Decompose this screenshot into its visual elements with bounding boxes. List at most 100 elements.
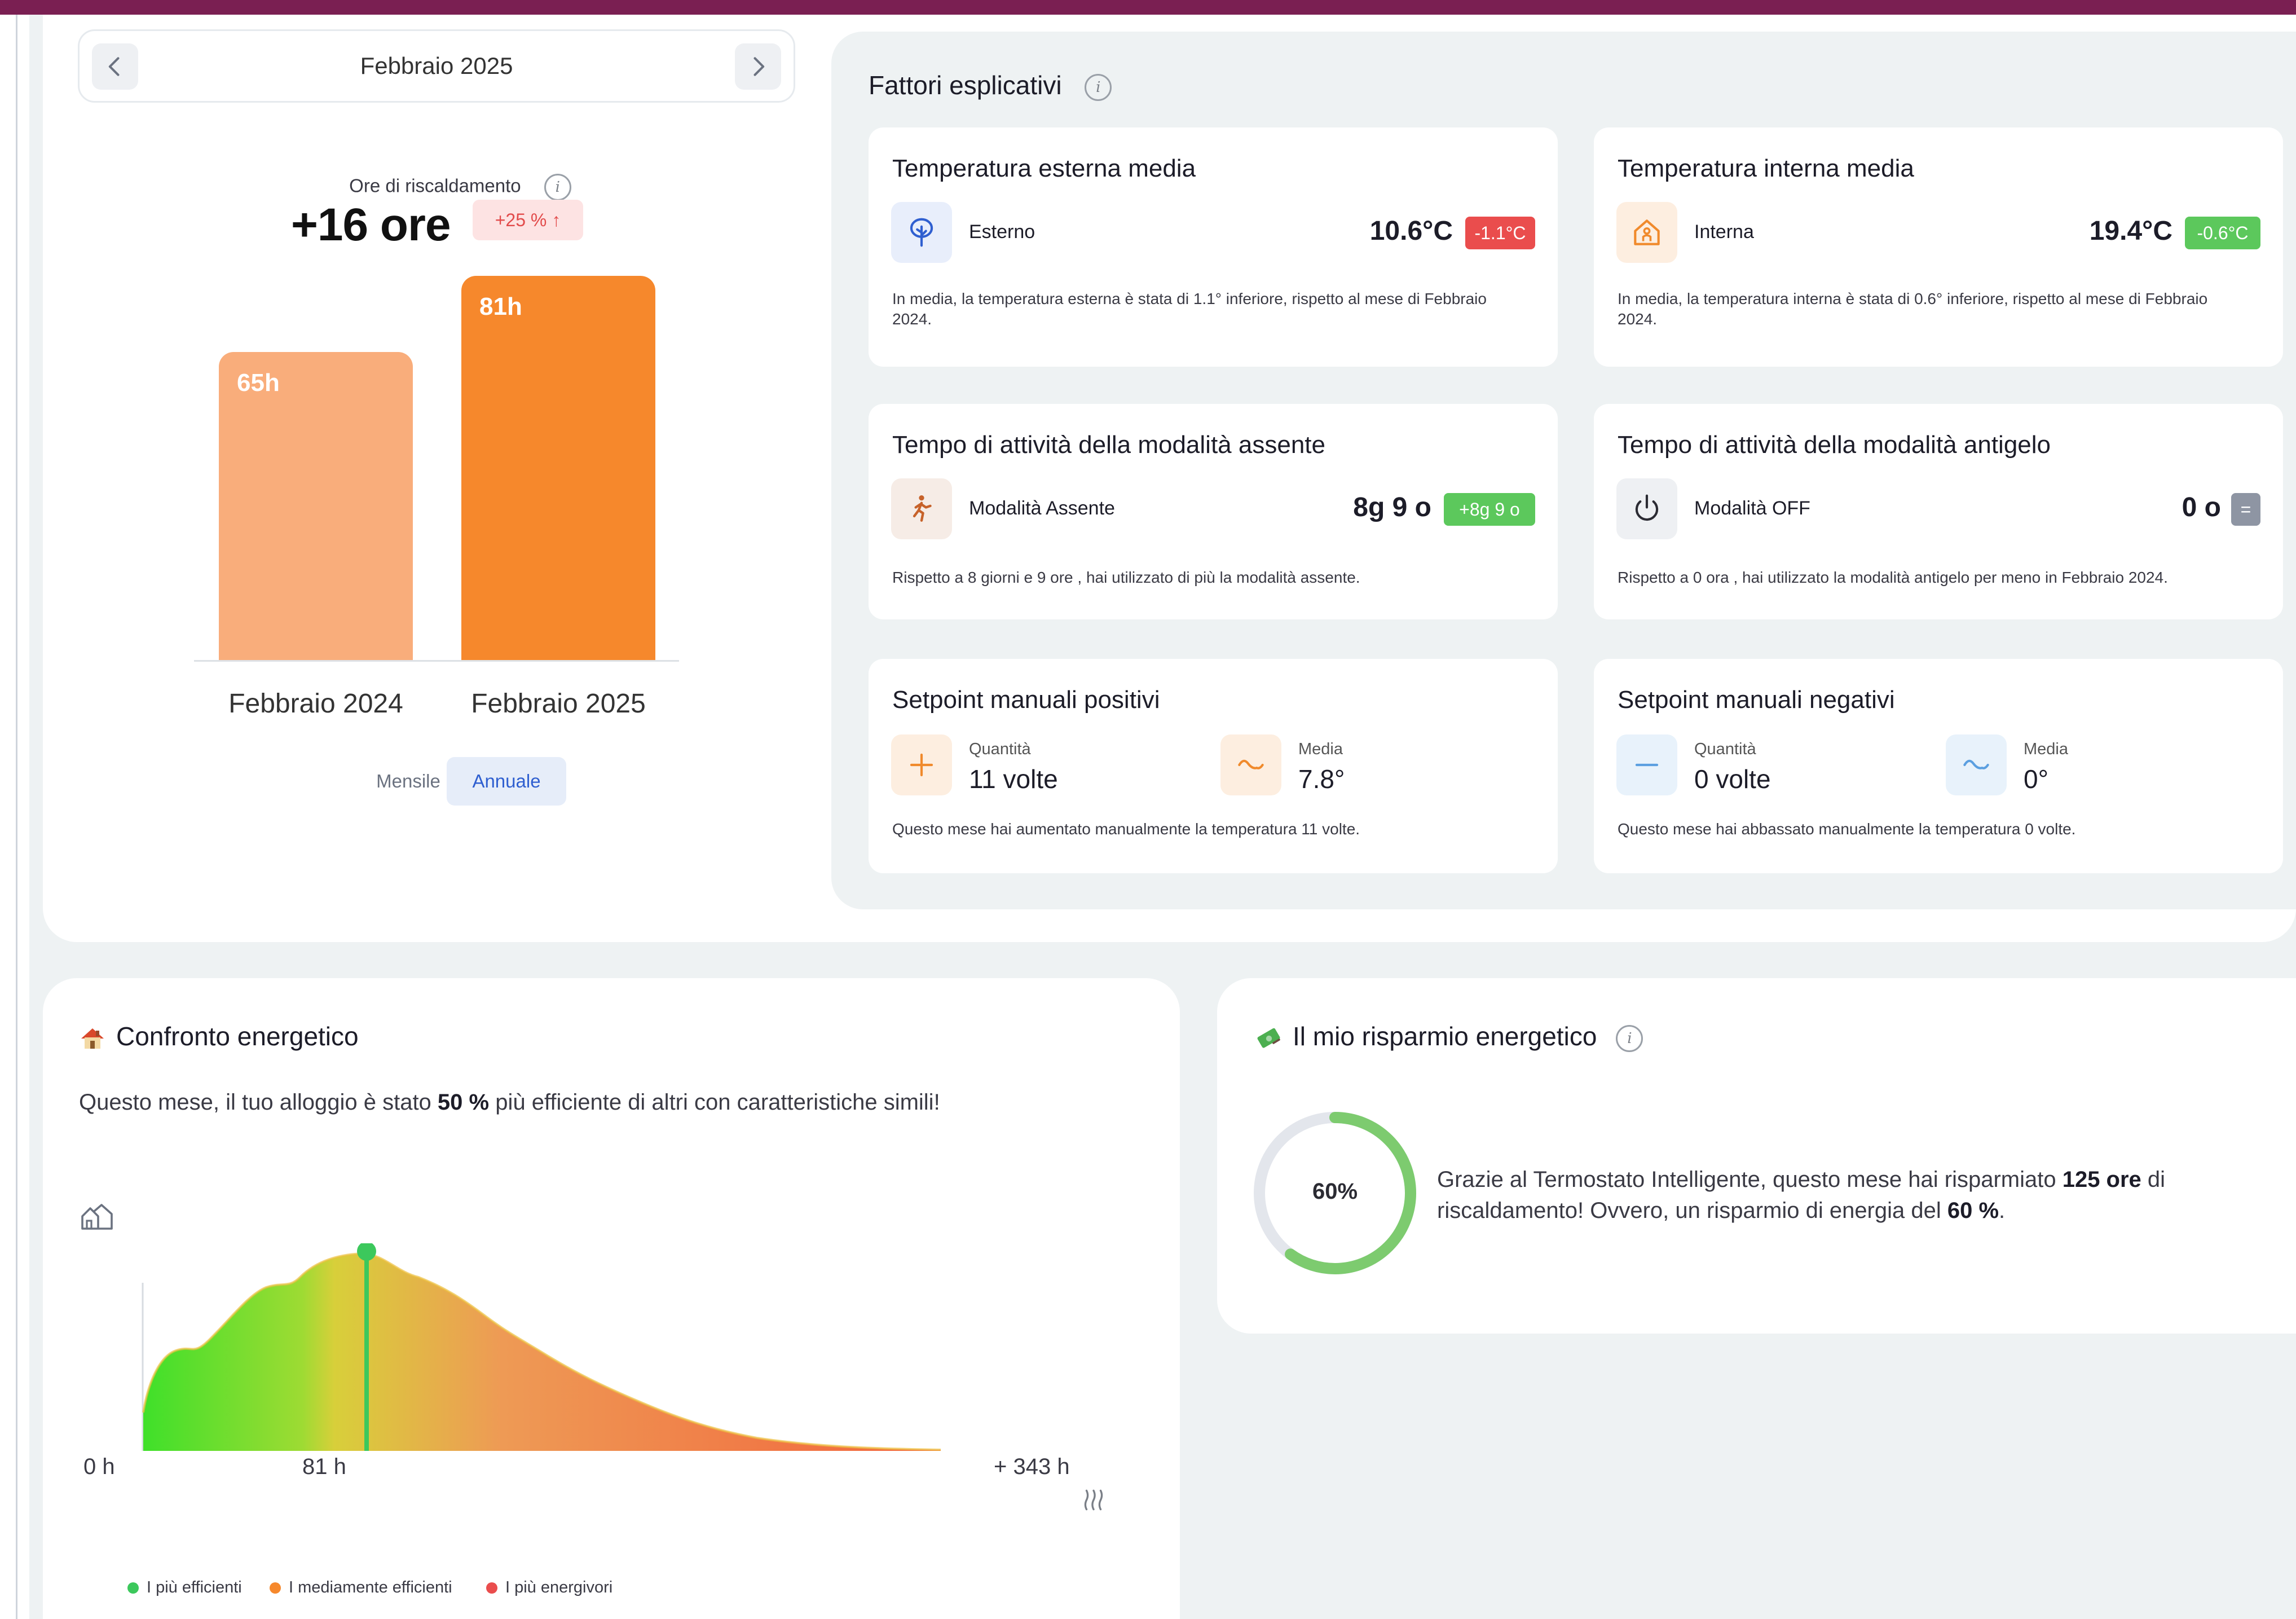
energy-comparison-title-text: Confronto energetico	[116, 1022, 359, 1051]
average-caption: Media	[1298, 740, 1343, 758]
heating-hours-value: +16 ore	[291, 199, 451, 250]
card-description: Rispetto a 8 giorni e 9 ore , hai utiliz…	[892, 569, 1360, 586]
explanatory-factors-title-text: Fattori esplicativi	[869, 71, 1062, 100]
card-description: Questo mese hai aumentato manualmente la…	[892, 820, 1360, 838]
outdoor-temperature-card: Temperatura esterna media Esterno 10.6°C…	[869, 127, 1558, 367]
card-title: Temperatura esterna media	[892, 155, 1196, 182]
average-value: 0°	[2024, 764, 2048, 794]
message-part: più efficiente di altri con caratteristi…	[489, 1090, 940, 1115]
annual-toggle[interactable]: Annuale	[447, 757, 566, 806]
card-value: 10.6°C	[1369, 216, 1453, 246]
saved-hours: 125 ore	[2062, 1167, 2141, 1192]
average-caption: Media	[2024, 740, 2068, 758]
monthly-summary-card: Febbraio 2025 Ore di riscaldamento i +16…	[43, 15, 2296, 942]
message-part: Grazie al Termostato Intelligente, quest…	[1437, 1167, 2063, 1192]
current-month: Febbraio 2025	[360, 52, 513, 79]
axis-max-label: + 343 h	[994, 1454, 1070, 1479]
heat-waves-icon	[1084, 1489, 1103, 1511]
heating-bar-1: 65h	[219, 352, 413, 660]
quantity-value: 11 volte	[969, 764, 1058, 794]
bar-category-label: Febbraio 2024	[228, 689, 403, 719]
frost-mode-card: Tempo di attività della modalità antigel…	[1594, 404, 2283, 619]
next-month-button[interactable]	[735, 43, 781, 90]
legend-label: I mediamente efficienti	[289, 1578, 452, 1596]
explanatory-factors-title: Fattori esplicativi i	[869, 70, 1112, 101]
house-group-icon	[81, 1204, 113, 1230]
card-label: Interna	[1694, 221, 1754, 243]
card-change-badge: -0.6°C	[2185, 217, 2260, 249]
legend-dot	[127, 1582, 139, 1594]
card-value: 8g 9 o	[1353, 492, 1431, 522]
card-label: Modalità OFF	[1694, 498, 1810, 519]
negative-setpoints-card: Setpoint manuali negativi Quantità 0 vol…	[1594, 659, 2283, 873]
quantity-caption: Quantità	[969, 740, 1031, 758]
axis-min-label: 0 h	[83, 1454, 115, 1479]
card-change-badge: +8g 9 o	[1444, 493, 1535, 526]
card-change-badge: -1.1°C	[1465, 217, 1535, 249]
saved-energy-percent: 60 %	[1947, 1198, 1999, 1223]
efficiency-percent: 50 %	[437, 1090, 490, 1115]
card-label: Esterno	[969, 221, 1035, 243]
card-value: 0 o	[2182, 492, 2221, 522]
info-icon[interactable]: i	[1616, 1024, 1643, 1052]
bar-category-label: Febbraio 2025	[471, 689, 646, 719]
power-icon	[1616, 478, 1677, 539]
energy-comparison-title: Confronto energetico	[79, 1021, 359, 1052]
card-change-badge: =	[2231, 493, 2260, 526]
card-title: Setpoint manuali positivi	[892, 686, 1160, 714]
heating-hours-change-badge: +25 % ↑	[473, 200, 583, 240]
top-bar	[0, 0, 2296, 15]
legend-label: I più efficienti	[147, 1578, 242, 1596]
heating-hours-caption: Ore di riscaldamento i	[43, 174, 878, 201]
wave-icon	[1220, 734, 1281, 795]
info-icon[interactable]: i	[544, 174, 571, 201]
info-icon[interactable]: i	[1085, 73, 1112, 101]
left-divider	[16, 15, 17, 1619]
tree-icon	[891, 202, 952, 263]
away-mode-card: Tempo di attività della modalità assente…	[869, 404, 1558, 619]
card-value: 19.4°C	[2089, 216, 2172, 246]
quantity-value: 0 volte	[1694, 764, 1771, 794]
bar-value-label: 81h	[479, 293, 522, 320]
walking-person-icon	[891, 478, 952, 539]
indoor-temperature-card: Temperatura interna media Interna 19.4°C…	[1594, 127, 2283, 367]
house-person-icon	[1616, 202, 1677, 263]
card-description: Rispetto a 0 ora , hai utilizzato la mod…	[1618, 569, 2168, 586]
average-value: 7.8°	[1298, 764, 1345, 794]
card-title: Temperatura interna media	[1618, 155, 1914, 182]
message-part: Questo mese, il tuo alloggio è stato	[79, 1090, 438, 1115]
chevron-right-icon	[753, 57, 765, 76]
card-title: Tempo di attività della modalità antigel…	[1618, 431, 2051, 459]
card-title: Tempo di attività della modalità assente	[892, 431, 1325, 459]
wave-icon	[1946, 734, 2007, 795]
positive-setpoints-card: Setpoint manuali positivi Quantità 11 vo…	[869, 659, 1558, 873]
legend-dot	[270, 1582, 281, 1594]
legend-label: I più energivori	[505, 1578, 613, 1596]
plus-icon	[891, 734, 952, 795]
savings-percent-label: 60%	[1312, 1179, 1358, 1204]
heating-hours-caption-text: Ore di riscaldamento	[349, 175, 521, 196]
bar-value-label: 65h	[237, 369, 280, 397]
energy-savings-card: Il mio risparmio energetico i 60% Grazie …	[1217, 978, 2296, 1334]
money-icon	[1257, 1028, 1280, 1048]
minus-icon	[1616, 734, 1677, 795]
card-description: In media, la temperatura esterna è stata…	[892, 290, 1487, 328]
heating-bar-2: 81h	[461, 276, 655, 660]
legend-most-efficient: I più efficienti	[127, 1578, 242, 1597]
energy-savings-title-text: Il mio risparmio energetico	[1293, 1022, 1597, 1051]
card-label: Modalità Assente	[969, 498, 1115, 519]
quantity-caption: Quantità	[1694, 740, 1756, 758]
energy-comparison-card: Confronto energetico Questo mese, il tuo…	[43, 978, 1180, 1619]
card-description: Questo mese hai abbassato manualmente la…	[1618, 820, 2076, 838]
savings-message: Grazie al Termostato Intelligente, quest…	[1437, 1164, 2249, 1226]
house-icon	[81, 1028, 104, 1049]
card-title: Setpoint manuali negativi	[1618, 686, 1895, 714]
legend-least-efficient: I più energivori	[486, 1578, 612, 1597]
axis-marker-label: 81 h	[302, 1454, 346, 1479]
bar-chart-baseline	[194, 660, 679, 662]
month-navigator: Febbraio 2025	[78, 29, 795, 103]
message-part: .	[1999, 1198, 2006, 1223]
card-description: In media, la temperatura interna è stata…	[1618, 290, 2208, 328]
energy-savings-title: Il mio risparmio energetico i	[1255, 1021, 1643, 1052]
legend-average-efficient: I mediamente efficienti	[270, 1578, 452, 1597]
